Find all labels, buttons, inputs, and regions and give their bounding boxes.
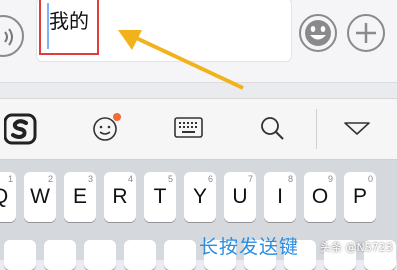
voice-button[interactable] — [0, 15, 24, 57]
watermark: 头条 @NS723 — [320, 241, 393, 254]
key-row2[interactable] — [44, 240, 76, 270]
highlight-box — [39, 0, 99, 55]
keyboard-icon — [174, 117, 203, 138]
plus-button[interactable] — [347, 14, 385, 52]
key-i[interactable]: I8 — [264, 172, 296, 222]
triangle-down-icon — [344, 122, 370, 135]
key-p[interactable]: P0 — [344, 172, 376, 222]
key-u[interactable]: U7 — [224, 172, 256, 222]
key-w[interactable]: W2 — [24, 172, 56, 222]
sogou-logo-icon — [3, 113, 37, 145]
annotation-arrow — [118, 30, 244, 90]
key-r[interactable]: R4 — [104, 172, 136, 222]
key-row2[interactable] — [164, 240, 196, 270]
search-button[interactable] — [260, 116, 286, 147]
emoji-panel-button[interactable] — [92, 113, 122, 148]
key-e[interactable]: E3 — [64, 172, 96, 222]
key-q[interactable]: Q1 — [0, 172, 16, 222]
emoji-icon — [305, 20, 331, 46]
key-row2[interactable] — [124, 240, 156, 270]
plus-icon — [356, 23, 376, 43]
collapse-keyboard-button[interactable] — [343, 121, 371, 142]
notification-dot — [113, 113, 121, 121]
key-t[interactable]: T5 — [144, 172, 176, 222]
search-icon — [261, 117, 284, 140]
emoji-button[interactable] — [299, 14, 337, 52]
annotation-caption: 长按发送键 — [199, 236, 300, 258]
sogou-logo-button[interactable] — [3, 113, 38, 150]
keyboard-toolbar — [0, 98, 397, 160]
key-row2[interactable] — [4, 240, 36, 270]
voice-icon — [4, 28, 13, 46]
key-row2[interactable] — [84, 240, 116, 270]
key-o[interactable]: O9 — [304, 172, 336, 222]
keyboard-switch-button[interactable] — [174, 117, 204, 144]
key-y[interactable]: Y6 — [184, 172, 216, 222]
toolbar-divider — [316, 109, 317, 149]
